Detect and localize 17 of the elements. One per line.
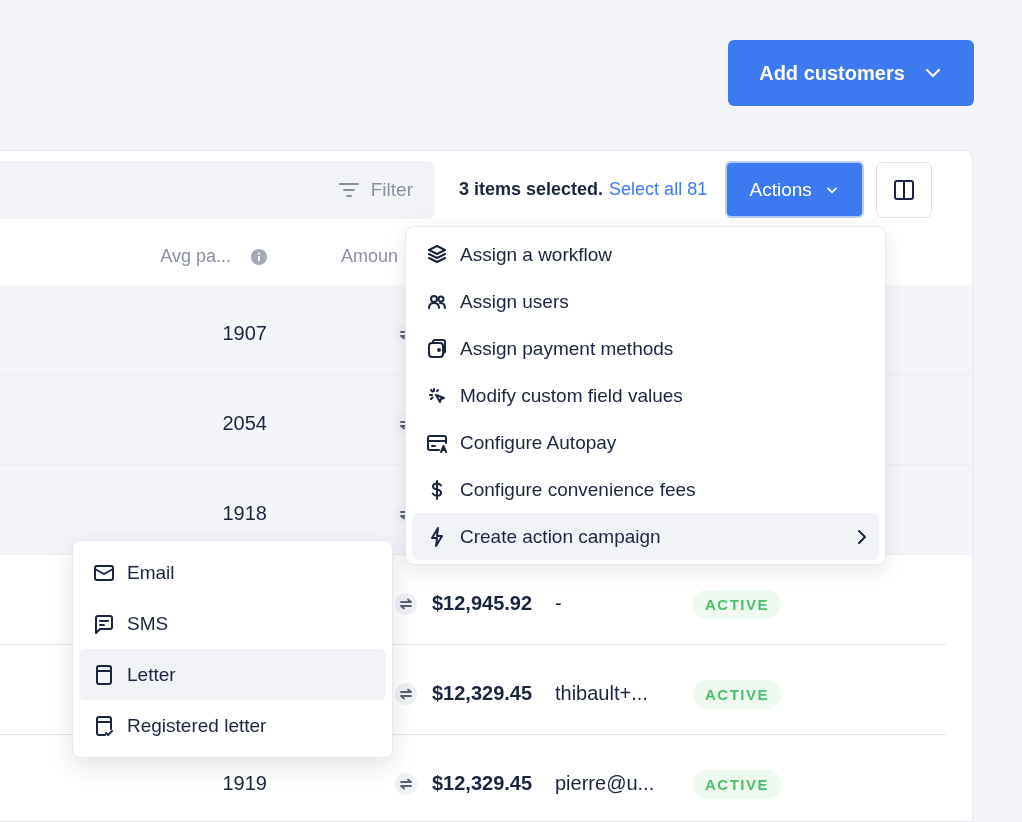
- selection-count: 3 items selected.: [459, 179, 604, 200]
- table-cell: -: [555, 592, 562, 614]
- status-badge: ACTIVE: [693, 680, 781, 709]
- table-cell: 1919: [222, 772, 267, 794]
- table-cell: pierre@u...: [555, 772, 655, 794]
- filter-label: Filter: [370, 178, 413, 201]
- table-cell: 1918: [222, 502, 267, 524]
- column-header: Avg pa...: [160, 246, 231, 267]
- status-badge: ACTIVE: [693, 770, 781, 799]
- column-header: Amoun: [341, 246, 399, 266]
- status-badge: ACTIVE: [693, 590, 781, 619]
- table-cell: $12,329.45: [432, 682, 533, 704]
- table-cell: 1907: [222, 322, 267, 344]
- table-cell: thibault+...: [555, 682, 648, 704]
- table-cell: 2054: [222, 412, 267, 434]
- table-cell: $12,945.92: [432, 592, 533, 614]
- table-cell: $12,329.45: [432, 772, 533, 794]
